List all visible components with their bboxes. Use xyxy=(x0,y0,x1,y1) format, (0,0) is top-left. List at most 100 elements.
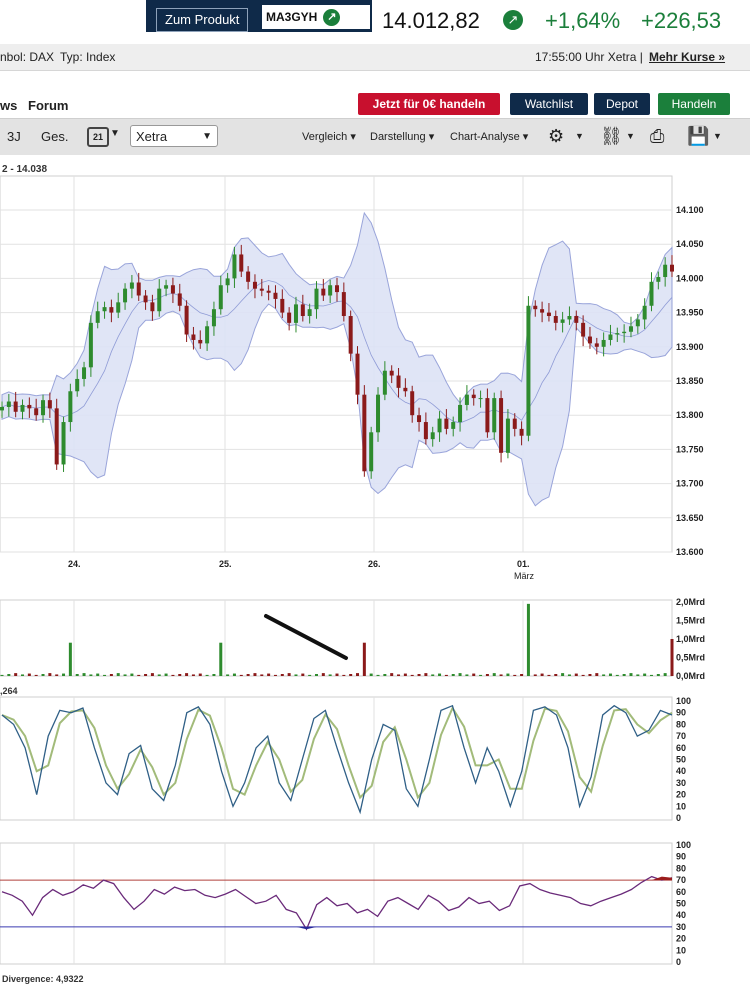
candle-body xyxy=(444,418,449,429)
volume-bar xyxy=(89,674,93,676)
calendar-icon[interactable]: 21 xyxy=(87,127,109,147)
volume-bar xyxy=(369,673,373,676)
tab-news[interactable]: ws xyxy=(0,98,17,113)
x-month-label: März xyxy=(514,571,534,581)
candle-body xyxy=(451,422,456,429)
price-y-tick: 13.900 xyxy=(676,342,704,352)
volume-bar xyxy=(103,674,107,676)
wkn-label: MA3GYH xyxy=(266,10,318,24)
candle-body xyxy=(567,316,572,320)
stochastic-y-tick: 0 xyxy=(676,813,681,823)
candle-body xyxy=(615,333,620,335)
x-tick-label: 01. xyxy=(517,559,530,569)
volume-bar xyxy=(376,674,380,676)
volume-bar xyxy=(55,674,59,676)
candle-body xyxy=(369,432,374,472)
candle-body xyxy=(574,316,579,323)
candle-body xyxy=(499,398,504,453)
symbol-label: nbol: DAX xyxy=(0,50,55,64)
watchlist-button[interactable]: Watchlist xyxy=(510,93,588,115)
chevron-down-icon[interactable]: ▼ xyxy=(626,131,635,141)
trade-now-button[interactable]: Jetzt für 0€ handeln xyxy=(358,93,500,115)
chevron-down-icon: ▼ xyxy=(202,131,212,142)
network-icon[interactable]: ⛓ xyxy=(600,126,623,147)
candle-body xyxy=(670,264,674,272)
handeln-button[interactable]: Handeln xyxy=(658,93,730,115)
candle-body xyxy=(519,428,524,436)
volume-bar xyxy=(383,674,387,676)
chevron-down-icon[interactable]: ▼ xyxy=(713,131,722,141)
arrow-up-right-icon: ↗ xyxy=(503,10,523,30)
depot-button[interactable]: Depot xyxy=(594,93,650,115)
price-y-tick: 14.100 xyxy=(676,205,704,215)
volume-bar xyxy=(171,674,175,676)
volume-bar xyxy=(649,674,653,676)
price-y-tick: 14.050 xyxy=(676,239,704,249)
darstellung-menu[interactable]: Darstellung ▾ xyxy=(370,130,434,143)
rsi-y-tick: 50 xyxy=(676,899,686,909)
vergleich-menu[interactable]: Vergleich ▾ xyxy=(302,130,356,143)
nav-bar: ws Forum Jetzt für 0€ handeln Watchlist … xyxy=(0,88,750,118)
price-y-tick: 14.000 xyxy=(676,273,704,283)
stochastic-y-tick: 10 xyxy=(676,801,686,811)
candle-body xyxy=(0,406,4,411)
candle-body xyxy=(136,282,141,296)
volume-y-tick: 2,0Mrd xyxy=(676,597,705,607)
candle-body xyxy=(389,370,394,376)
candle-body xyxy=(437,418,442,433)
more-quotes-link[interactable]: Mehr Kurse » xyxy=(649,44,725,70)
range-3j-button[interactable]: 3J xyxy=(7,129,21,144)
candle-body xyxy=(13,401,18,412)
volume-bar xyxy=(123,674,127,676)
volume-bar xyxy=(68,642,72,676)
chart-analyse-menu[interactable]: Chart-Analyse ▾ xyxy=(450,130,528,143)
volume-bar xyxy=(472,673,476,676)
volume-bar xyxy=(96,673,100,676)
rsi-y-tick: 40 xyxy=(676,910,686,920)
volume-bar xyxy=(465,674,469,676)
arrow-up-right-icon: ↗ xyxy=(323,9,341,27)
printer-icon[interactable]: ⎙ xyxy=(650,126,664,147)
volume-bar xyxy=(656,674,660,676)
candle-body xyxy=(505,418,510,453)
gear-icon[interactable]: ⚙ xyxy=(548,126,564,147)
rsi-y-tick: 30 xyxy=(676,922,686,932)
volume-bar xyxy=(424,673,428,676)
volume-bar xyxy=(506,673,510,676)
quote-header: Zum Produkt MA3GYH ↗ 14.012,82 ↗ +1,64% +… xyxy=(0,0,750,44)
volume-bar xyxy=(34,674,38,676)
save-icon[interactable]: 💾 xyxy=(687,126,709,147)
volume-y-tick: 0,0Mrd xyxy=(676,671,705,681)
candle-body xyxy=(328,285,333,296)
volume-bar xyxy=(253,673,257,676)
candle-body xyxy=(608,334,613,340)
candle-body xyxy=(410,391,415,416)
tab-forum[interactable]: Forum xyxy=(28,98,68,113)
zum-produkt-button[interactable]: Zum Produkt xyxy=(156,8,249,32)
stochastic-y-tick: 40 xyxy=(676,766,686,776)
quote-time: 17:55:00 Uhr Xetra | xyxy=(535,50,643,64)
volume-bar xyxy=(82,673,86,676)
candle-body xyxy=(464,394,469,405)
candle-body xyxy=(225,278,230,286)
range-total-button[interactable]: Ges. xyxy=(41,129,68,144)
wkn-link[interactable]: MA3GYH ↗ xyxy=(262,5,370,29)
volume-bar xyxy=(342,674,346,676)
volume-bar xyxy=(260,674,264,676)
volume-bar xyxy=(608,673,612,676)
candle-body xyxy=(82,367,87,379)
volume-bar xyxy=(403,673,407,676)
volume-bar xyxy=(321,673,325,676)
volume-bar xyxy=(670,639,674,676)
volume-bar xyxy=(588,674,592,676)
candle-body xyxy=(287,312,292,323)
exchange-select[interactable]: Xetra ▼ xyxy=(130,125,218,147)
chevron-down-icon[interactable]: ▼ xyxy=(575,131,584,141)
stochastic-panel xyxy=(0,696,673,821)
volume-bar xyxy=(397,674,401,676)
volume-bar xyxy=(130,673,134,676)
candle-body xyxy=(430,432,435,440)
candle-body xyxy=(403,387,408,392)
chevron-down-icon[interactable]: ▼ xyxy=(110,128,120,139)
candle-body xyxy=(170,285,175,294)
